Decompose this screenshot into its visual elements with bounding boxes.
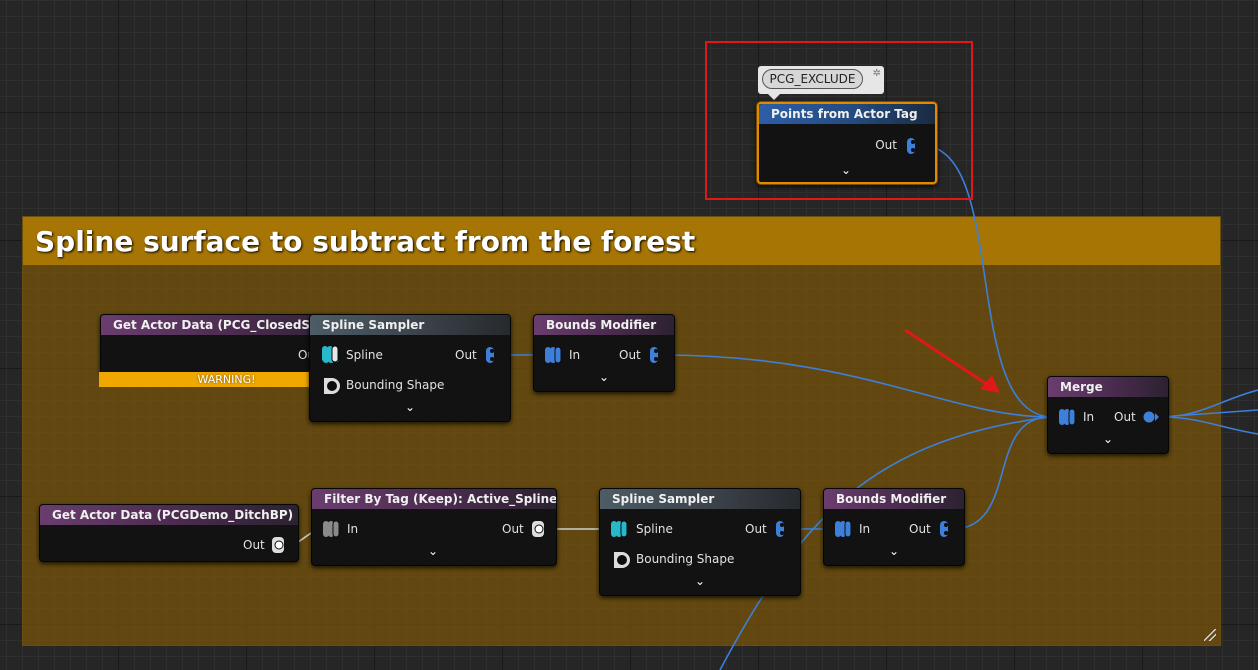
node-title: Spline Sampler [310, 315, 510, 335]
pin-label-spline: Spline [636, 522, 673, 536]
pin-in-points-icon[interactable] [833, 520, 855, 538]
wire-merge-out-2 [1159, 409, 1258, 418]
pin-label-in: In [859, 522, 871, 536]
pin-label-out: Out [455, 348, 477, 362]
annotation-highlight-rect [705, 41, 973, 200]
node-title: Spline Sampler [600, 489, 800, 509]
pin-out-arrow-icon[interactable] [1143, 410, 1159, 424]
node-bounds-modifier-2[interactable]: Bounds Modifier In Out ⌄ [823, 488, 965, 566]
chevron-down-icon[interactable]: ⌄ [1103, 432, 1113, 446]
chevron-down-icon[interactable]: ⌄ [889, 544, 899, 558]
pin-out-closed-spline-icon[interactable] [320, 345, 342, 363]
pin-label-out: Out [909, 522, 931, 536]
pin-in-points-icon[interactable] [543, 346, 565, 364]
annotation-arrow-icon [904, 328, 1000, 393]
node-title: Get Actor Data (PCGDemo_DitchBP) [40, 505, 298, 525]
pin-label-in: In [1083, 410, 1095, 424]
pin-out-points-icon[interactable] [938, 520, 952, 538]
pin-in-spatial-icon[interactable] [321, 520, 343, 538]
pin-out-points-icon[interactable] [648, 346, 662, 364]
pin-out-spatial-icon[interactable] [270, 536, 286, 554]
wire-merge-out-3 [1159, 416, 1258, 435]
pin-label-out: Out [243, 538, 265, 552]
node-merge[interactable]: Merge In Out ⌄ [1047, 376, 1169, 454]
chevron-down-icon[interactable]: ⌄ [428, 544, 438, 558]
node-title: Bounds Modifier [534, 315, 674, 335]
pin-out-points-icon[interactable] [774, 520, 788, 538]
pin-out-spatial-icon[interactable] [530, 520, 546, 538]
node-bounds-modifier-1[interactable]: Bounds Modifier In Out ⌄ [533, 314, 675, 392]
pin-in-spline-icon[interactable] [609, 520, 631, 538]
pin-label-bounding-shape: Bounding Shape [636, 552, 735, 566]
pin-label-in: In [569, 348, 581, 362]
pin-label-out: Out [745, 522, 767, 536]
pin-label-out: Out [619, 348, 641, 362]
pin-label-out: Out [1114, 410, 1136, 424]
pin-label-bounding-shape: Bounding Shape [346, 378, 445, 392]
node-spline-sampler-2[interactable]: Spline Sampler Spline Bounding Shape Out… [599, 488, 801, 596]
pin-label-out: Out [502, 522, 524, 536]
chevron-down-icon[interactable]: ⌄ [599, 370, 609, 384]
node-spline-sampler-1[interactable]: Spline Sampler Spline Bounding Shape Out… [309, 314, 511, 422]
pin-in-bounding-shape-icon[interactable] [322, 377, 340, 395]
pin-in-bounding-shape-icon[interactable] [612, 551, 630, 569]
node-get-actor-ditch[interactable]: Get Actor Data (PCGDemo_DitchBP) Out [39, 504, 299, 562]
pin-label-in: In [347, 522, 359, 536]
pin-label-spline: Spline [346, 348, 383, 362]
node-filter-by-tag[interactable]: Filter By Tag (Keep): Active_Spline In O… [311, 488, 557, 566]
node-title: Bounds Modifier [824, 489, 964, 509]
pin-out-points-icon[interactable] [484, 346, 498, 364]
chevron-down-icon[interactable]: ⌄ [695, 574, 705, 588]
pin-in-points-icon[interactable] [1057, 408, 1079, 426]
chevron-down-icon[interactable]: ⌄ [405, 400, 415, 414]
node-title: Merge [1048, 377, 1168, 397]
node-title: Filter By Tag (Keep): Active_Spline [312, 489, 556, 509]
